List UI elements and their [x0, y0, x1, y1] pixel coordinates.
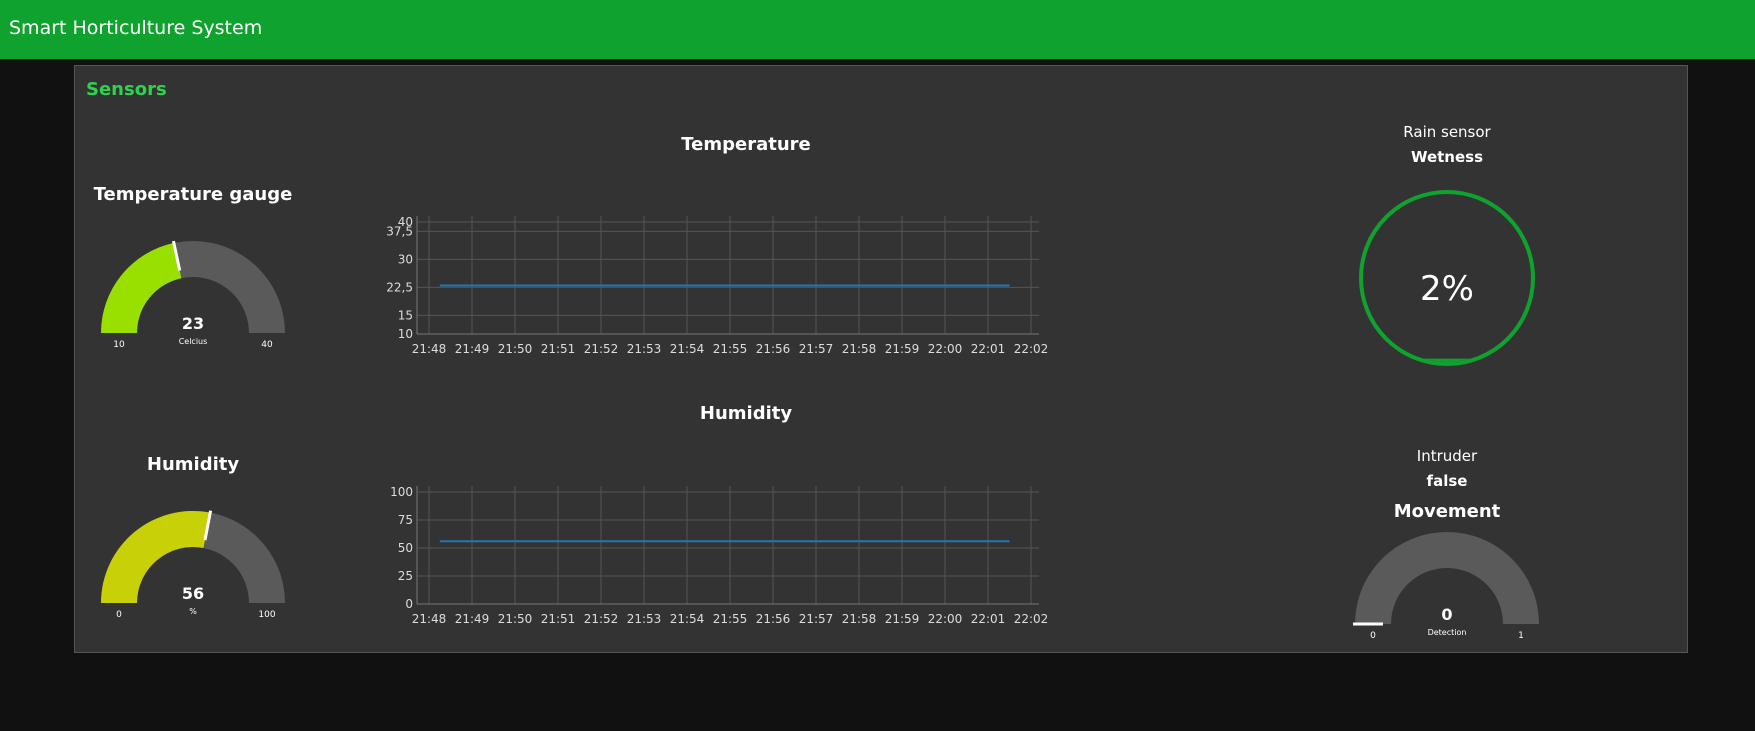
- x-tick-label: 21:50: [498, 342, 533, 356]
- x-tick-label: 21:48: [412, 342, 447, 356]
- gauge-value: 23: [182, 314, 204, 333]
- rain-level-percent: 2%: [1420, 269, 1474, 309]
- temperature-gauge: 23 Celcius 10 40: [101, 240, 285, 350]
- intruder-value: false: [1426, 472, 1468, 490]
- x-tick-label: 21:53: [627, 342, 662, 356]
- temperature-chart-title: Temperature: [681, 134, 811, 155]
- x-tick-label: 21:54: [670, 342, 705, 356]
- x-tick-label: 21:49: [455, 612, 490, 626]
- temperature-gauge-title: Temperature gauge: [93, 184, 293, 205]
- rain-sensor-value: Wetness: [1410, 148, 1484, 166]
- gauge-max: 100: [258, 610, 275, 620]
- y-tick-label: 40: [398, 215, 413, 229]
- gauge-min: 10: [113, 340, 125, 350]
- x-tick-label: 21:52: [584, 342, 619, 356]
- x-tick-label: 21:50: [498, 612, 533, 626]
- y-tick-label: 15: [398, 308, 413, 322]
- humidity-gauge: 56 % 0 100: [101, 510, 285, 620]
- y-tick-label: 100: [390, 485, 413, 499]
- x-tick-label: 21:52: [584, 612, 619, 626]
- x-tick-label: 21:57: [799, 342, 834, 356]
- gauge-fill: [101, 243, 182, 333]
- y-tick-label: 75: [398, 513, 413, 527]
- gauge-value: 56: [182, 584, 204, 603]
- gauge-unit: Detection: [1428, 628, 1467, 637]
- gauge-max: 40: [261, 340, 273, 350]
- x-tick-label: 22:02: [1014, 342, 1049, 356]
- humidity-gauge-title: Humidity: [146, 454, 240, 475]
- x-tick-label: 21:54: [670, 612, 705, 626]
- x-tick-label: 21:51: [541, 612, 576, 626]
- x-tick-label: 21:59: [885, 612, 920, 626]
- x-tick-label: 22:02: [1014, 612, 1049, 626]
- rain-level-indicator: 2%: [1359, 190, 1535, 366]
- humidity-chart-title: Humidity: [699, 403, 793, 424]
- gauge-min: 0: [116, 610, 122, 620]
- x-tick-label: 21:55: [713, 342, 748, 356]
- y-tick-label: 0: [405, 597, 413, 611]
- x-tick-label: 21:59: [885, 342, 920, 356]
- x-tick-label: 21:51: [541, 342, 576, 356]
- y-tick-label: 25: [398, 569, 413, 583]
- x-tick-label: 21:49: [455, 342, 490, 356]
- x-tick-label: 22:01: [971, 342, 1006, 356]
- x-tick-label: 21:55: [713, 612, 748, 626]
- y-tick-label: 22,5: [386, 280, 413, 294]
- intruder-label: Intruder: [1416, 447, 1478, 465]
- gauge-min: 0: [1370, 631, 1376, 641]
- y-tick-label: 10: [398, 327, 413, 341]
- humidity-chart: 21:48 21:49 21:50 21:51 21:52 21:53 21:54 21:55…: [390, 485, 1049, 626]
- app-title: Smart Horticulture System: [9, 17, 263, 39]
- x-tick-label: 21:56: [756, 612, 791, 626]
- temperature-chart: 21:48 21:49 21:50 21:51 21:52 21:53 21:54 21:55…: [386, 215, 1049, 356]
- movement-gauge: 0 Detection 0 1: [1353, 532, 1539, 641]
- movement-gauge-title: Movement: [1393, 501, 1501, 522]
- y-tick-label: 30: [398, 252, 413, 266]
- gauge-unit: %: [189, 607, 197, 616]
- rain-sensor-label: Rain sensor: [1403, 123, 1491, 141]
- x-tick-label: 21:56: [756, 342, 791, 356]
- x-tick-label: 21:57: [799, 612, 834, 626]
- gauge-unit: Celcius: [179, 337, 208, 346]
- y-tick-label: 50: [398, 541, 413, 555]
- x-tick-label: 22:00: [928, 612, 963, 626]
- x-tick-label: 21:58: [842, 612, 877, 626]
- header-bar: Smart Horticulture System: [0, 0, 1755, 59]
- sensors-group: Sensors Temperature gauge 23 Celcius 10 …: [74, 65, 1688, 653]
- x-tick-label: 22:00: [928, 342, 963, 356]
- group-title: Sensors: [86, 79, 167, 100]
- x-tick-label: 21:53: [627, 612, 662, 626]
- gauge-max: 1: [1518, 631, 1524, 641]
- gauge-value: 0: [1441, 605, 1452, 624]
- x-tick-label: 21:48: [412, 612, 447, 626]
- x-tick-label: 21:58: [842, 342, 877, 356]
- x-tick-label: 22:01: [971, 612, 1006, 626]
